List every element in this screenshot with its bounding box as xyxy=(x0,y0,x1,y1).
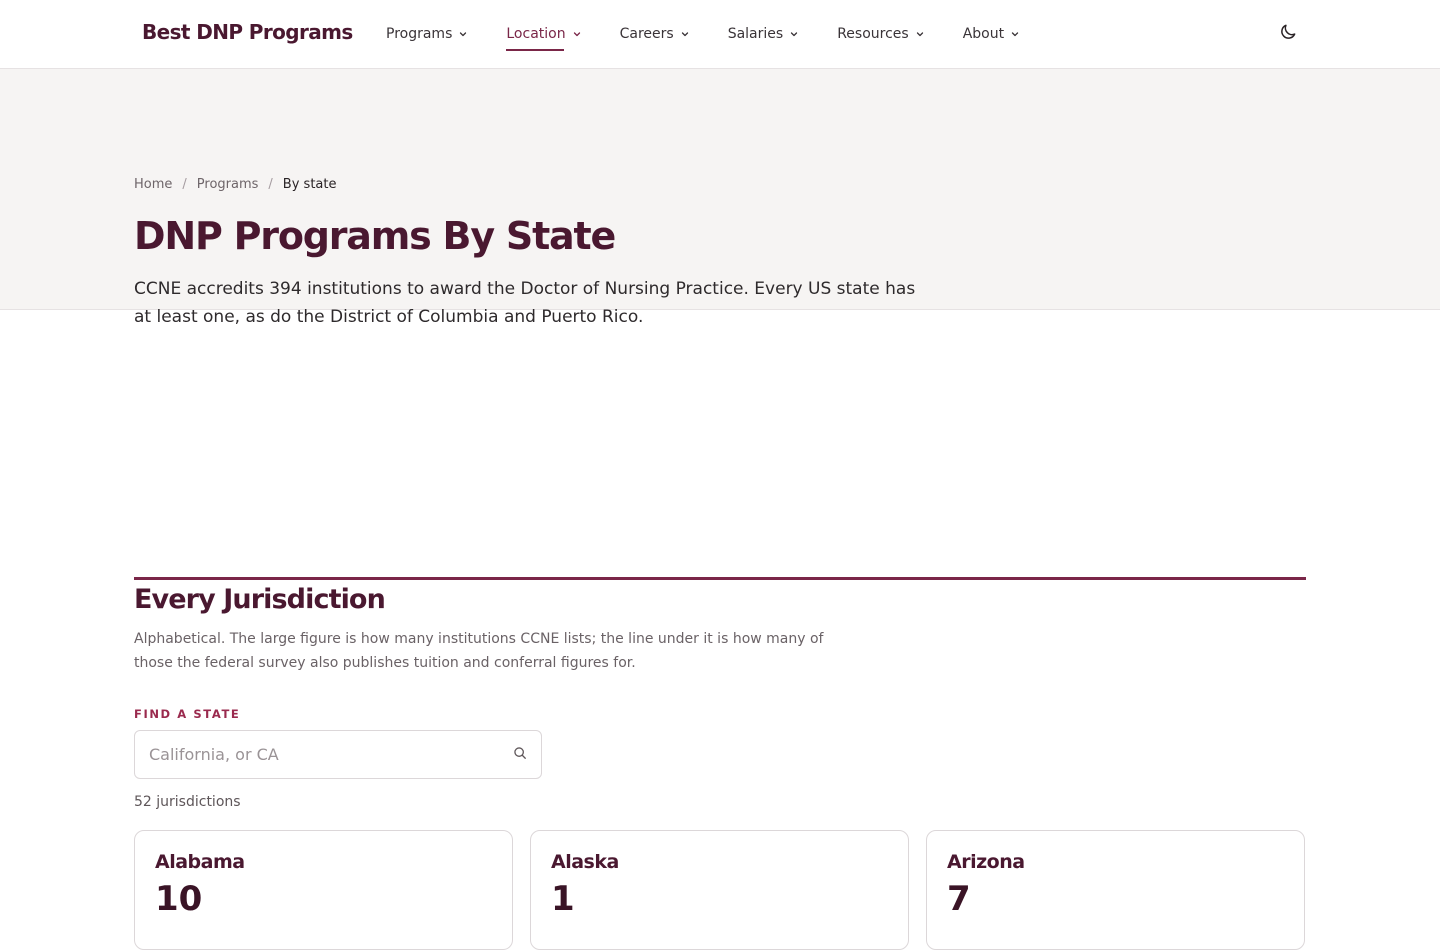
breadcrumb-programs-link[interactable]: Programs xyxy=(197,177,259,192)
nav-about-label: About xyxy=(962,26,1005,42)
breadcrumb: Home / Programs / By state xyxy=(134,177,336,192)
moon-icon xyxy=(1278,22,1298,46)
chevron-down-icon xyxy=(789,29,799,39)
state-card-count: 7 xyxy=(947,879,971,919)
state-card[interactable]: Alabama 10 xyxy=(134,830,513,950)
site-logo[interactable]: Best DNP Programs xyxy=(142,20,353,44)
jurisdiction-count: 52 jurisdictions xyxy=(134,794,241,810)
breadcrumb-separator: / xyxy=(268,177,273,192)
jurisdictions-section: Every Jurisdiction Alphabetical. The lar… xyxy=(134,577,1306,810)
theme-toggle-button[interactable] xyxy=(1276,22,1300,46)
state-card-count: 1 xyxy=(551,879,575,919)
nav-location[interactable]: Location xyxy=(506,0,581,68)
state-card-count: 10 xyxy=(155,879,203,919)
nav-resources-label: Resources xyxy=(837,26,909,42)
nav-resources[interactable]: Resources xyxy=(837,0,925,68)
chevron-down-icon xyxy=(1010,29,1020,39)
nav-careers[interactable]: Careers xyxy=(620,0,690,68)
breadcrumb-separator: / xyxy=(182,177,187,192)
nav-location-label: Location xyxy=(506,26,566,42)
breadcrumb-home-link[interactable]: Home xyxy=(134,177,172,192)
chevron-down-icon xyxy=(680,29,690,39)
section-title: Every Jurisdiction xyxy=(134,584,386,615)
breadcrumb-current: By state xyxy=(282,177,337,192)
nav-salaries-label: Salaries xyxy=(727,26,784,42)
section-divider xyxy=(134,577,1306,580)
find-state-label: FIND A STATE xyxy=(134,707,241,721)
state-card-name: Alabama xyxy=(155,851,245,873)
chevron-down-icon xyxy=(458,29,468,39)
page-hero: Home / Programs / By state DNP Programs … xyxy=(0,69,1440,327)
state-card-name: Alaska xyxy=(551,851,619,873)
nav-programs-label: Programs xyxy=(386,26,453,42)
search-icon[interactable] xyxy=(513,745,527,764)
state-card[interactable]: Alaska 1 xyxy=(530,830,909,950)
nav-about[interactable]: About xyxy=(963,0,1020,68)
nav-salaries[interactable]: Salaries xyxy=(728,0,800,68)
chevron-down-icon xyxy=(915,29,925,39)
state-card-grid: Alabama 10 Alaska 1 Arizona 7 xyxy=(134,830,1306,950)
state-search-input[interactable] xyxy=(149,745,513,764)
nav-careers-label: Careers xyxy=(619,26,674,42)
nav-programs[interactable]: Programs xyxy=(386,0,468,68)
site-header: Best DNP Programs Programs Location Care… xyxy=(0,0,1440,69)
state-card-name: Arizona xyxy=(947,851,1025,873)
chevron-down-icon xyxy=(572,29,582,39)
state-card[interactable]: Arizona 7 xyxy=(926,830,1305,950)
state-search-box xyxy=(134,730,542,779)
page-lede: CCNE accredits 394 institutions to award… xyxy=(134,279,916,327)
main-nav: Programs Location Careers Salaries Resou… xyxy=(386,0,1058,68)
section-description: Alphabetical. The large figure is how ma… xyxy=(134,631,824,671)
page-title: DNP Programs By State xyxy=(134,214,616,258)
